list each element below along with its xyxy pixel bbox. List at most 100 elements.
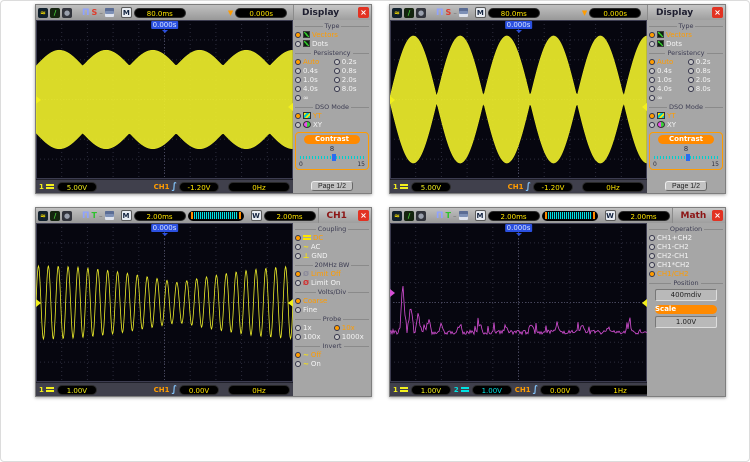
thumbnail-right-cursor[interactable] [593, 212, 595, 219]
menu-option-100x[interactable]: 100x [295, 332, 334, 341]
thumbnail-left-cursor[interactable] [191, 212, 193, 219]
menu-option-vectors[interactable]: Vectors [649, 30, 723, 39]
close-icon[interactable]: × [358, 7, 369, 18]
main-timebase-button[interactable]: M [121, 7, 132, 18]
main-timebase-button[interactable]: M [475, 7, 486, 18]
user-icon[interactable]: ● [416, 211, 426, 221]
user-icon[interactable]: ● [62, 8, 72, 18]
menu-option-dots[interactable]: Dots [295, 39, 369, 48]
save-icon[interactable] [105, 211, 114, 220]
oscilloscope-window: ≈ / ● Π S – M 80.0ms ▼ 0.000s [35, 4, 372, 194]
menu-option-yt[interactable]: YT [295, 111, 369, 120]
menu-option-0-4s[interactable]: 0.4s [295, 66, 334, 75]
channel-position-marker[interactable] [36, 96, 41, 104]
menu-option-10x[interactable]: 10x [334, 323, 369, 332]
trigger-level-marker[interactable] [288, 299, 293, 307]
menu-options: Auto0.2s0.4s0.8s1.0s2.0s4.0s8.0s∞ [649, 57, 723, 102]
menu-options: YTXY [649, 111, 723, 129]
channel-position-marker[interactable] [390, 96, 395, 104]
menu-option-0-8s[interactable]: 0.8s [334, 66, 369, 75]
thumbnail-right-cursor[interactable] [239, 212, 241, 219]
contrast-button[interactable]: Contrast [658, 135, 714, 144]
menu-option-1x[interactable]: 1x [295, 323, 334, 332]
menu-option-ch1-ch2[interactable]: CH1*CH2 [649, 260, 723, 269]
channel-position-marker[interactable] [390, 289, 395, 297]
menu-option-ch1-ch2[interactable]: CH1/CH2 [649, 269, 723, 278]
waveform-thumbnail[interactable] [542, 211, 598, 221]
menu-option-limit-on[interactable]: ØLimit On [295, 278, 369, 287]
menu-option-off[interactable]: ~Off [295, 350, 369, 359]
menu-option-8-0s[interactable]: 8.0s [688, 84, 723, 93]
waveform-thumbnail[interactable] [188, 211, 244, 221]
save-icon[interactable] [105, 8, 114, 17]
edit-tool-icon[interactable]: / [404, 8, 414, 18]
menu-option-gnd[interactable]: ⊥GND [295, 251, 369, 260]
menu-option-xy[interactable]: XY [295, 120, 369, 129]
menu-option-1-0s[interactable]: 1.0s [649, 75, 688, 84]
menu-option-ac[interactable]: ~AC [295, 242, 369, 251]
contrast-button[interactable]: Contrast [304, 135, 360, 144]
menu-option-ch2-ch1[interactable]: CH2-CH1 [649, 251, 723, 260]
main-timebase-button[interactable]: M [475, 210, 486, 221]
menu-option-0-4s[interactable]: 0.4s [649, 66, 688, 75]
close-icon[interactable]: × [712, 210, 723, 221]
contrast-slider-handle[interactable] [332, 154, 336, 161]
menu-option-limit-off[interactable]: ØLimit Off [295, 269, 369, 278]
trigger-level-marker[interactable] [642, 103, 647, 111]
contrast-slider[interactable] [300, 154, 364, 161]
save-icon[interactable] [459, 8, 468, 17]
menu-option-label: 100x [303, 333, 321, 341]
menu-option-1000x[interactable]: 1000x [334, 332, 369, 341]
contrast-slider-handle[interactable] [686, 154, 690, 161]
close-icon[interactable]: × [712, 7, 723, 18]
window-timebase-button[interactable]: W [251, 210, 262, 221]
main-timebase-button[interactable]: M [121, 210, 132, 221]
thumbnail-left-cursor[interactable] [545, 212, 547, 219]
user-icon[interactable]: ● [62, 211, 72, 221]
page-button[interactable]: Page 1/2 [311, 181, 353, 191]
menu-option-auto[interactable]: Auto [649, 57, 688, 66]
menu-option-dc[interactable]: DC [295, 233, 369, 242]
edit-tool-icon[interactable]: / [50, 211, 60, 221]
user-icon[interactable]: ● [416, 8, 426, 18]
delay-group: ▼ 0.000s [228, 8, 287, 18]
close-icon[interactable]: × [358, 210, 369, 221]
menu-option-coarse[interactable]: Coarse [295, 296, 369, 305]
menu-option-ch1-ch2[interactable]: CH1-CH2 [649, 242, 723, 251]
menu-option--[interactable]: ∞ [649, 93, 688, 102]
menu-option-2-0s[interactable]: 2.0s [688, 75, 723, 84]
trigger-level-marker[interactable] [642, 299, 647, 307]
menu-option-vectors[interactable]: Vectors [295, 30, 369, 39]
menu-option-dots[interactable]: Dots [649, 39, 723, 48]
menu-option-2-0s[interactable]: 2.0s [334, 75, 369, 84]
menu-option-8-0s[interactable]: 8.0s [334, 84, 369, 93]
menu-option-1-0s[interactable]: 1.0s [295, 75, 334, 84]
channel-1-badge: 1 [39, 386, 54, 394]
menu-option-yt[interactable]: YT [649, 111, 723, 120]
menu-option-4-0s[interactable]: 4.0s [649, 84, 688, 93]
menu-option-label: Coarse [303, 297, 327, 305]
edit-tool-icon[interactable]: / [404, 211, 414, 221]
run-state-letter: S [446, 8, 452, 17]
edit-tool-icon[interactable]: / [50, 8, 60, 18]
channel-position-marker[interactable] [36, 299, 41, 307]
trigger-level-marker[interactable] [288, 103, 293, 111]
menu-option-0-8s[interactable]: 0.8s [688, 66, 723, 75]
save-icon[interactable] [459, 211, 468, 220]
menu-option-on[interactable]: ~On [295, 359, 369, 368]
menu-option-auto[interactable]: Auto [295, 57, 334, 66]
menu-option-fine[interactable]: Fine [295, 305, 369, 314]
status-readouts: 15.00VCH1∫-1.20V0Hz [390, 179, 647, 193]
menu-option-ch1-ch2[interactable]: CH1+CH2 [649, 233, 723, 242]
scale-button[interactable]: Scale [655, 305, 717, 314]
menu-option-4-0s[interactable]: 4.0s [295, 84, 334, 93]
menu-option--[interactable]: ∞ [295, 93, 334, 102]
channel-scale-readout: 1.00V [472, 385, 512, 395]
window-timebase-button[interactable]: W [605, 210, 616, 221]
contrast-range: 015 [652, 161, 720, 168]
menu-option-0-2s[interactable]: 0.2s [688, 57, 723, 66]
menu-option-xy[interactable]: XY [649, 120, 723, 129]
menu-option-0-2s[interactable]: 0.2s [334, 57, 369, 66]
contrast-slider[interactable] [654, 154, 718, 161]
page-button[interactable]: Page 1/2 [665, 181, 707, 191]
